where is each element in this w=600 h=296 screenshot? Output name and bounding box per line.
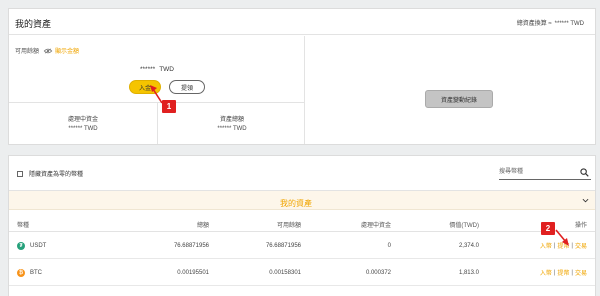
available-cell: 0.00158301: [269, 269, 301, 276]
step-callout-2: 2: [541, 222, 555, 235]
asset-history-button[interactable]: 資產變動紀錄: [425, 90, 493, 108]
processing-funds-stat: 處理中資金 ****** TWD: [9, 116, 157, 134]
balance-mask: ******: [140, 66, 156, 73]
search-icon[interactable]: [580, 168, 589, 177]
eye-icon[interactable]: [43, 48, 53, 54]
hide-zero-toggle[interactable]: 隱藏資產為零的幣種: [17, 169, 83, 178]
withdraw-button[interactable]: 提領: [169, 80, 205, 94]
coin-name: USDT: [30, 242, 47, 249]
table-header: 幣種 總額 可用餘額 處理中資金 價值(TWD) 操作: [9, 218, 595, 232]
available-balance-row: 可用餘額 顯示金額: [15, 46, 79, 55]
total-assets-stat-value: ****** TWD: [217, 126, 247, 132]
column-header: 幣種: [17, 223, 30, 229]
section-title: 我的資產: [280, 199, 312, 208]
search-input[interactable]: [499, 166, 577, 178]
total-assets-value: ****** TWD: [554, 21, 584, 27]
available-cell: 76.68871956: [265, 242, 301, 249]
assets-overview-card: 我的資產 總資產換算 ≈ ****** TWD 可用餘額 顯示金額 ****** T…: [8, 8, 596, 145]
column-header: 總額: [196, 223, 209, 229]
column-header: 操作: [574, 223, 587, 229]
btc-icon: ₿: [17, 268, 25, 277]
chevron-down-icon[interactable]: [582, 198, 589, 203]
coin-cell: ₿ BTC: [17, 260, 42, 285]
card-header: 我的資產 總資產換算 ≈ ****** TWD: [9, 9, 595, 35]
deposit-coin-link[interactable]: 入幣: [540, 241, 552, 250]
processing-funds-value: ****** TWD: [68, 126, 98, 132]
column-header: 處理中資金: [360, 223, 391, 229]
available-balance-label: 可用餘額: [15, 49, 40, 55]
coin-name: BTC: [30, 269, 42, 276]
processing-funds-label: 處理中資金: [67, 117, 98, 123]
coin-cell: ₮ USDT: [17, 233, 46, 258]
usdt-icon: ₮: [17, 241, 25, 250]
column-header: 價值(TWD): [449, 223, 479, 229]
trade-link[interactable]: 交易: [575, 241, 587, 250]
available-balance-value: ****** TWD: [9, 66, 305, 73]
processing-cell: 0: [387, 242, 391, 249]
balance-currency: TWD: [159, 66, 174, 73]
table-row: ₿ BTC 0.00195501 0.00158301 0.000372 1,8…: [9, 260, 595, 286]
total-assets-stat: 資產總額 ****** TWD: [158, 116, 306, 134]
deposit-coin-link[interactable]: 入幣: [540, 268, 552, 277]
show-amount-link[interactable]: 顯示金額: [55, 46, 79, 55]
value-cell: 2,374.0: [458, 242, 479, 249]
actions-cell: 入幣 | 提幣 | 交易: [540, 260, 587, 285]
hide-zero-label: 隱藏資產為零的幣種: [29, 172, 84, 178]
total-assets-estimate: 總資產換算 ≈ ****** TWD: [517, 18, 587, 27]
search-box[interactable]: [499, 166, 591, 180]
total-cell: 0.00195501: [177, 269, 209, 276]
separator: |: [553, 269, 556, 276]
hide-zero-checkbox[interactable]: [17, 170, 23, 177]
total-assets-stat-label: 資產總額: [219, 117, 244, 123]
processing-cell: 0.000372: [365, 269, 391, 276]
step-callout-1: 1: [162, 100, 176, 113]
page-title: 我的資產: [15, 19, 52, 29]
trade-link[interactable]: 交易: [575, 268, 587, 277]
section-header: 我的資產: [9, 190, 595, 210]
value-cell: 1,813.0: [458, 269, 479, 276]
total-assets-label: 總資產換算 ≈: [516, 21, 552, 27]
separator: |: [571, 269, 573, 276]
holdings-card: 隱藏資產為零的幣種 我的資產 幣種 總額 可用餘額 處理中資金 價值(TWD) …: [8, 155, 596, 296]
column-header: 可用餘額: [276, 223, 301, 229]
total-cell: 76.68871956: [173, 242, 209, 249]
table-row: ₮ USDT 76.68871956 76.68871956 0 2,374.0…: [9, 233, 595, 259]
withdraw-coin-link[interactable]: 提幣: [557, 268, 569, 277]
arrow-icon: [555, 229, 569, 246]
